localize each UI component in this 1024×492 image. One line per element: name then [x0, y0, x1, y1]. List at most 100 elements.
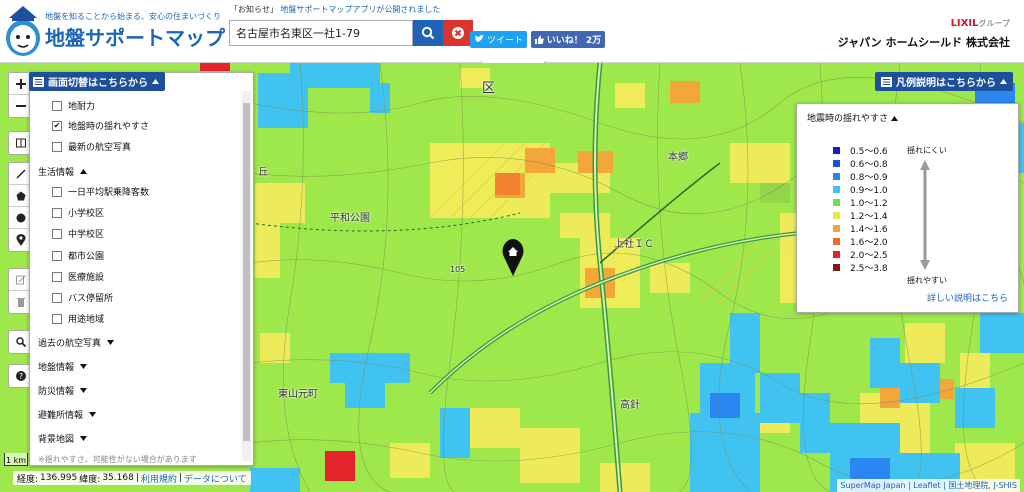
checkbox[interactable] — [52, 186, 62, 197]
search-button[interactable] — [413, 20, 443, 46]
checkbox[interactable] — [52, 141, 62, 152]
address-search-input[interactable] — [229, 20, 413, 46]
lat-label: 緯度: — [79, 474, 101, 485]
legend-row: 2.5～3.8 — [833, 261, 888, 274]
legend-swatch — [833, 147, 840, 154]
section-disaster-info[interactable]: 防災情報 — [38, 384, 88, 397]
app-header: 地盤を知ることから始まる、安心の住まいづくり 地盤サポートマップ 「お知らせ」 … — [0, 0, 1024, 63]
scrollbar-thumb[interactable] — [243, 103, 250, 441]
list-icon — [881, 76, 892, 87]
legend-swatch — [833, 225, 840, 232]
legend-row: 0.9～1.0 — [833, 183, 888, 196]
circle-icon — [16, 213, 26, 222]
layer-panel-toggle-button[interactable]: 画面切替はこちらから — [29, 72, 165, 91]
caret-up-icon — [152, 79, 159, 84]
oka-label: 丘 — [258, 167, 268, 178]
legend-detail-link[interactable]: 詳しい説明はこちら — [927, 291, 1008, 304]
panel-scrollbar[interactable] — [242, 91, 251, 461]
checkbox[interactable] — [52, 207, 62, 218]
lixil-wordmark: LIXIL — [950, 18, 979, 29]
legend-swatch — [833, 199, 840, 206]
layer-label: 用途地域 — [68, 315, 105, 325]
tweet-label: ツイート — [486, 36, 523, 46]
lat-value: 35.168 — [102, 473, 134, 483]
section-shelter-info[interactable]: 避難所情報 — [38, 408, 97, 421]
layer-item-junior-high[interactable]: 中学校区 — [52, 227, 104, 240]
section-label: 過去の航空写真 — [38, 339, 102, 349]
layer-item-zoning[interactable]: 用途地域 — [52, 312, 104, 325]
legend-swatch — [833, 212, 840, 219]
checkbox[interactable] — [52, 271, 62, 282]
takabari-label: 高針 — [620, 400, 640, 411]
checkbox[interactable] — [52, 250, 62, 261]
legend-range-label: 1.6～2.0 — [850, 238, 888, 248]
section-ground-info[interactable]: 地盤情報 — [38, 360, 88, 373]
double-arrow-icon — [920, 160, 930, 270]
checkbox[interactable] — [52, 292, 62, 303]
separator: | — [178, 473, 182, 483]
legend-swatch — [833, 186, 840, 193]
legend-toggle-button[interactable]: 凡例説明はこちらから — [875, 72, 1013, 91]
layer-label: 地盤時の揺れやすさ — [68, 122, 150, 132]
legend-swatch — [833, 160, 840, 167]
legend-swatch — [833, 238, 840, 245]
tweet-button[interactable]: ツイート — [470, 31, 527, 48]
section-label: 避難所情報 — [38, 411, 84, 421]
checkbox[interactable] — [52, 228, 62, 239]
layer-item-elementary[interactable]: 小学校区 — [52, 206, 104, 219]
layer-label: 一日平均駅乗降客数 — [68, 188, 150, 198]
lixil-logo: LIXILグループ — [951, 18, 1010, 29]
home-pin-icon[interactable] — [501, 239, 525, 277]
section-label: 地盤情報 — [38, 363, 75, 373]
caret-down-icon — [80, 364, 88, 369]
legend-high-label: 揺れやすい — [907, 276, 947, 285]
legend-row: 1.0～1.2 — [833, 196, 888, 209]
company-name: ジャパン ホームシールド 株式会社 — [837, 36, 1010, 49]
layer-item-shaking[interactable]: ✔ 地盤時の揺れやすさ — [52, 119, 149, 132]
twitter-bird-icon — [474, 35, 484, 42]
layer-item-bearing-capacity[interactable]: 地耐力 — [52, 99, 95, 112]
lixil-group-label: グループ — [978, 19, 1010, 28]
edit-icon — [16, 274, 26, 284]
app-title[interactable]: 地盤サポートマップ — [45, 22, 225, 51]
layer-panel: 地耐力 ✔ 地盤時の揺れやすさ 最新の航空写真 生活情報 一日平均駅乗降客数 小… — [29, 72, 254, 466]
legend-low-label: 揺れにくい — [907, 146, 947, 155]
help-icon: ? — [16, 371, 26, 381]
section-life-info[interactable]: 生活情報 — [38, 165, 88, 178]
section-background-map[interactable]: 背景地図 — [38, 432, 88, 445]
map-attribution[interactable]: SuperMap Japan | Leaflet | 国土地理院, J-SHIS — [837, 479, 1020, 492]
news-banner: 「お知らせ」 地盤サポートマップアプリが公開されました — [230, 4, 440, 15]
search-icon — [16, 337, 26, 347]
section-past-aerial[interactable]: 過去の航空写真 — [38, 336, 115, 349]
hongo-label: 本郷 — [668, 152, 688, 163]
search-icon — [421, 26, 435, 40]
list-icon — [33, 76, 44, 87]
terms-link[interactable]: 利用規約 — [141, 472, 177, 485]
legend-row: 0.6～0.8 — [833, 157, 888, 170]
legend-row: 1.2～1.4 — [833, 209, 888, 222]
legend-range-label: 1.2～1.4 — [850, 212, 888, 222]
layer-item-bus-stop[interactable]: バス停留所 — [52, 291, 113, 304]
clear-search-button[interactable] — [443, 20, 473, 46]
pentagon-icon — [16, 191, 26, 200]
route-105-label: 105 — [450, 265, 466, 274]
logo-tagline: 地盤を知ることから始まる、安心の住まいづくり — [45, 12, 221, 21]
scale-bar: 1 km — [4, 453, 28, 466]
layer-item-station[interactable]: 一日平均駅乗降客数 — [52, 185, 149, 198]
checkbox[interactable]: ✔ — [52, 120, 62, 131]
news-link[interactable]: 地盤サポートマップアプリが公開されました — [280, 5, 440, 14]
facebook-like-button[interactable]: いいね！ 2万 — [531, 31, 605, 48]
section-label: 背景地図 — [38, 435, 75, 445]
checkbox[interactable] — [52, 100, 62, 111]
layer-item-medical[interactable]: 医療施設 — [52, 270, 104, 283]
clear-icon — [452, 27, 464, 39]
checkbox[interactable] — [52, 313, 62, 324]
coordinate-bar: 経度: 136.995 緯度: 35.168 | 利用規約 | データについて — [13, 471, 251, 485]
layer-label: 都市公園 — [68, 252, 105, 262]
data-info-link[interactable]: データについて — [184, 472, 247, 485]
minus-icon — [16, 105, 26, 107]
legend-title[interactable]: 地震時の揺れやすさ — [807, 111, 898, 124]
layer-item-aerial-photo[interactable]: 最新の航空写真 — [52, 140, 131, 153]
layer-item-park[interactable]: 都市公園 — [52, 249, 104, 262]
layer-label: 地耐力 — [68, 102, 96, 112]
